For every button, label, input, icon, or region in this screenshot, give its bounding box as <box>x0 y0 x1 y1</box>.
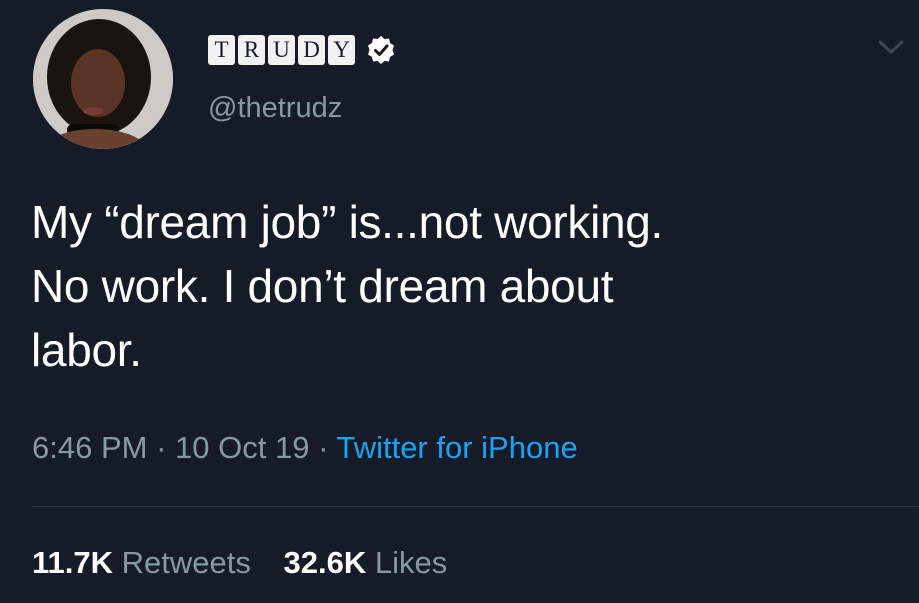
name-letter: R <box>238 35 265 65</box>
tweet-card: T R U D Y @thetrudz My “dream job” is...… <box>0 0 919 603</box>
tweet-line: labor. <box>31 324 142 376</box>
name-letter: T <box>208 35 235 65</box>
meta-separator: · <box>318 430 329 465</box>
engagement-stats: 11.7K Retweets 32.6K Likes <box>32 545 471 581</box>
retweets-label: Retweets <box>121 545 251 580</box>
name-letter: Y <box>328 35 355 65</box>
likes-stat[interactable]: 32.6K Likes <box>284 545 448 580</box>
retweets-count: 11.7K <box>32 545 114 580</box>
avatar[interactable] <box>33 9 173 149</box>
likes-label: Likes <box>374 545 448 580</box>
meta-separator: · <box>156 430 167 465</box>
chevron-down-icon[interactable] <box>876 34 906 60</box>
profile-photo <box>33 9 173 149</box>
tweet-text: My “dream job” is...not working. No work… <box>31 190 881 382</box>
tweet-meta: 6:46 PM · 10 Oct 19 · Twitter for iPhone <box>32 430 578 466</box>
retweets-stat[interactable]: 11.7K Retweets <box>32 545 260 580</box>
verified-badge-icon <box>368 36 394 64</box>
display-name[interactable]: T R U D Y <box>208 33 396 67</box>
name-letter: U <box>268 35 295 65</box>
tweet-line: No work. I don’t dream about <box>31 260 614 312</box>
tweet-time[interactable]: 6:46 PM <box>32 430 147 465</box>
tweet-line: My “dream job” is...not working. <box>31 196 664 248</box>
name-letter: D <box>298 35 325 65</box>
tweet-source-link[interactable]: Twitter for iPhone <box>336 430 577 465</box>
likes-count: 32.6K <box>283 545 367 580</box>
divider <box>32 506 919 507</box>
user-handle[interactable]: @thetrudz <box>208 92 342 125</box>
tweet-date[interactable]: 10 Oct 19 <box>175 430 309 465</box>
